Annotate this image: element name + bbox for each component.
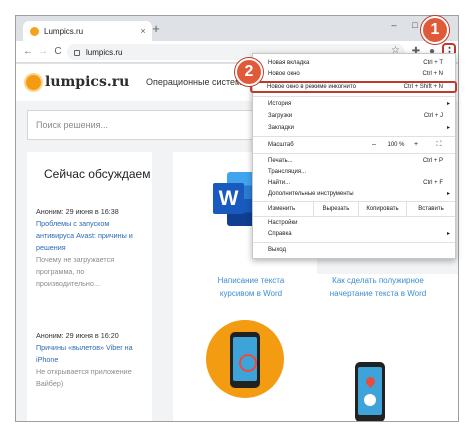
news-snippet: Почему не загружается программа, по прои… — [36, 255, 115, 288]
menu-item-label: Закладки — [268, 125, 294, 131]
menu-item-label: История — [268, 101, 292, 107]
menu-item-more-tools[interactable]: Дополнительные инструменты ▸ — [253, 189, 455, 200]
url-text: lumpics.ru — [86, 47, 123, 57]
menu-item-label: Найти... — [268, 180, 291, 186]
menu-item-label: Новое окно — [268, 71, 300, 77]
fullscreen-icon[interactable]: ⛶ — [433, 140, 445, 150]
menu-item-label: Выход — [268, 247, 286, 253]
menu-item-label: Справка — [268, 231, 292, 237]
menu-item-help[interactable]: Справка ▸ — [253, 229, 455, 240]
maps-share-image — [355, 362, 385, 421]
edit-row: Изменить Вырезать Копировать Вставить — [253, 202, 455, 216]
site-logo[interactable]: lumpics.ru — [26, 74, 129, 90]
menu-item-bookmarks[interactable]: Закладки ▸ — [253, 123, 455, 134]
news-link[interactable]: Причины «вылетов» Viber на iPhone — [36, 342, 148, 366]
blocked-phone-image — [206, 320, 284, 398]
menu-item-settings[interactable]: Настройки — [253, 218, 455, 229]
tab-title: Lumpics.ru — [44, 26, 84, 36]
menu-item-label: Новое окно в режиме инкогнито — [267, 84, 356, 90]
menu-item-shortcut: Ctrl + T — [423, 60, 443, 66]
menu-item-cast[interactable]: Трансляция... — [253, 167, 455, 178]
news-snippet: Не открывается приложение Вайбер) — [36, 367, 132, 388]
news-date: Аноним: 29 июня в 16:20 — [36, 331, 119, 340]
news-item: Аноним: 29 июня в 16:38 Проблемы с запус… — [36, 206, 148, 290]
menu-item-history[interactable]: История ▸ — [253, 99, 455, 110]
edit-label: Изменить — [268, 206, 296, 212]
submenu-arrow-icon: ▸ — [446, 191, 450, 197]
menu-item-shortcut: Ctrl + N — [422, 71, 443, 77]
favicon-icon — [30, 26, 39, 36]
menu-item-label: Настройки — [268, 220, 298, 226]
zoom-in-button[interactable]: + — [411, 140, 421, 150]
paste-button[interactable]: Вставить — [406, 202, 455, 216]
reload-button[interactable]: C — [52, 45, 64, 58]
menu-item-shortcut: Ctrl + P — [422, 158, 443, 164]
menu-item-shortcut: Ctrl + Shift + N — [403, 84, 443, 90]
menu-item-label: Трансляция... — [268, 169, 307, 175]
site-search-input[interactable]: Поиск решения... — [27, 110, 287, 140]
menu-item-print[interactable]: Печать... Ctrl + P — [253, 156, 455, 167]
menu-item-incognito-window[interactable]: Новое окно в режиме инкогнито Ctrl + Shi… — [250, 81, 457, 93]
logo-sun-icon — [26, 74, 41, 90]
lock-icon — [74, 50, 80, 56]
menu-item-label: Загрузки — [268, 113, 293, 119]
news-item: Аноним: 29 июня в 16:20 Причины «вылетов… — [36, 330, 148, 390]
logo-text: lumpics.ru — [45, 74, 130, 90]
menu-divider — [253, 153, 455, 154]
submenu-arrow-icon: ▸ — [446, 125, 450, 131]
discussion-sidebar: Сейчас обсуждаем Аноним: 29 июня в 16:38… — [27, 152, 152, 421]
menu-item-new-tab[interactable]: Новая вкладка Ctrl + T — [253, 58, 455, 69]
new-tab-button[interactable]: + — [149, 21, 163, 37]
menu-divider — [253, 96, 455, 97]
zoom-label: Масштаб — [268, 142, 294, 148]
menu-item-label: Новая вкладка — [268, 60, 310, 66]
menu-item-downloads[interactable]: Загрузки Ctrl + J — [253, 111, 455, 122]
menu-item-label: Печать... — [268, 158, 293, 164]
menu-item-new-window[interactable]: Новое окно Ctrl + N — [253, 69, 455, 80]
back-button[interactable]: ← — [22, 45, 34, 58]
menu-divider — [253, 242, 455, 243]
site-nav-item[interactable]: Операционные систем — [146, 77, 241, 87]
forward-button[interactable]: → — [37, 45, 49, 58]
browser-tab[interactable]: Lumpics.ru × — [23, 21, 152, 41]
maximize-button[interactable]: □ — [409, 20, 421, 30]
news-link[interactable]: Проблемы с запуском антивируса Avast: пр… — [36, 218, 148, 254]
cut-button[interactable]: Вырезать — [313, 202, 358, 216]
article-title[interactable]: Написание текста курсивом в Word — [211, 274, 291, 300]
chrome-main-menu: Новая вкладка Ctrl + T Новое окно Ctrl +… — [250, 53, 457, 259]
zoom-value: 100 % — [387, 142, 405, 148]
tab-strip: Lumpics.ru × + – □ × — [16, 16, 458, 41]
menu-item-label: Дополнительные инструменты — [268, 191, 354, 197]
menu-divider — [253, 216, 455, 217]
callout-badge-1: 1 — [421, 16, 449, 44]
menu-item-find[interactable]: Найти... Ctrl + F — [253, 178, 455, 189]
menu-item-exit[interactable]: Выход — [253, 245, 455, 256]
minimize-button[interactable]: – — [388, 20, 400, 30]
zoom-row: Масштаб – 100 % + ⛶ — [253, 138, 455, 152]
menu-divider — [253, 136, 455, 137]
menu-item-shortcut: Ctrl + J — [423, 113, 443, 119]
sidebar-title: Сейчас обсуждаем — [44, 167, 151, 181]
tab-close-icon[interactable]: × — [138, 26, 148, 36]
article-title[interactable]: Как сделать полужирное начертание текста… — [323, 274, 433, 300]
news-date: Аноним: 29 июня в 16:38 — [36, 207, 119, 216]
copy-button[interactable]: Копировать — [358, 202, 406, 216]
submenu-arrow-icon: ▸ — [446, 101, 450, 107]
submenu-arrow-icon: ▸ — [446, 231, 450, 237]
zoom-out-button[interactable]: – — [369, 140, 379, 150]
menu-item-shortcut: Ctrl + F — [423, 180, 443, 186]
callout-badge-2: 2 — [235, 58, 263, 86]
